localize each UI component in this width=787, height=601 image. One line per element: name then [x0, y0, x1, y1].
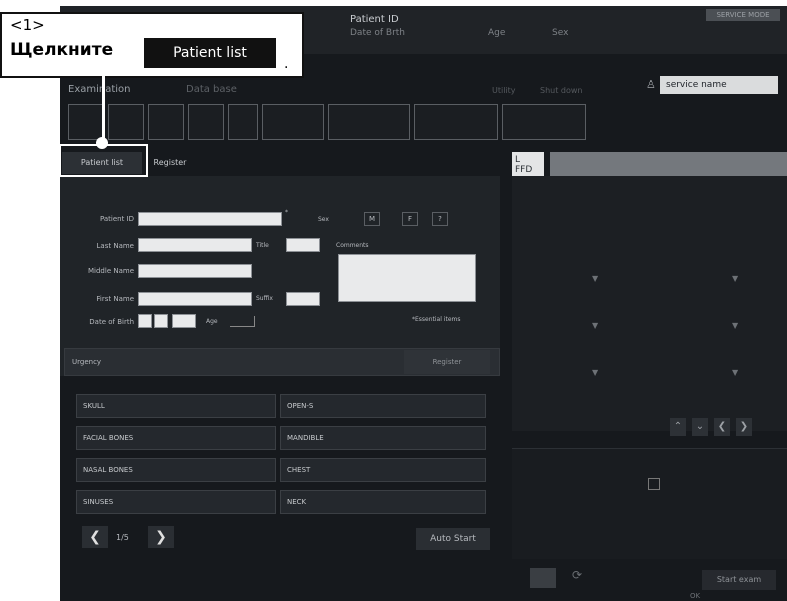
age-field-label: Age: [206, 318, 218, 325]
patient-id-field-label: Patient ID: [99, 215, 134, 223]
register-button[interactable]: Register: [404, 350, 490, 374]
instruction-callout: <1> Щелкните Patient list .: [0, 12, 304, 78]
chevron-left-icon[interactable]: ❮: [714, 418, 730, 436]
user-icon: ♙: [646, 78, 656, 91]
chevron-down-icon[interactable]: ▼: [592, 274, 598, 283]
status-panel: [512, 448, 787, 559]
age-label: Age: [488, 28, 506, 38]
step-number: <1>: [10, 16, 45, 34]
exam-slot[interactable]: [228, 104, 258, 140]
exam-slot[interactable]: [502, 104, 586, 140]
age-value-field: [230, 316, 255, 327]
body-part-neck[interactable]: NECK: [280, 490, 486, 514]
exposure-panel: [512, 176, 787, 431]
tab-examination[interactable]: Examination: [68, 84, 131, 95]
chevron-right-icon[interactable]: ❯: [736, 418, 752, 436]
start-exam-button[interactable]: Start exam: [702, 570, 776, 590]
sex-male-button[interactable]: M: [364, 212, 380, 226]
tab-utility[interactable]: Utility: [492, 86, 516, 95]
essential-note: *Essential items: [412, 316, 461, 323]
patient-id-input[interactable]: [138, 212, 282, 226]
chevron-down-icon[interactable]: ▼: [732, 321, 738, 330]
exam-slot[interactable]: [328, 104, 410, 140]
patient-list-button-sample: Patient list: [144, 38, 276, 68]
middle-name-label: Middle Name: [88, 267, 134, 275]
comments-label: Comments: [336, 242, 369, 249]
service-name-field[interactable]: service name: [660, 76, 778, 94]
instruction-text: Щелкните: [10, 40, 114, 60]
title-label: Title: [256, 242, 269, 249]
body-part-skull[interactable]: SKULL: [76, 394, 276, 418]
dob-field-label: Date of Birth: [89, 318, 134, 326]
last-name-input[interactable]: [138, 238, 252, 252]
chevron-up-icon[interactable]: ⌃: [670, 418, 686, 436]
suffix-label: Suffix: [256, 295, 273, 302]
body-part-sinuses[interactable]: SINUSES: [76, 490, 276, 514]
sex-label: Sex: [552, 28, 569, 38]
essential-mark: *: [285, 209, 288, 216]
page-indicator: 1/5: [116, 533, 129, 542]
body-part-open-s[interactable]: OPEN-S: [280, 394, 486, 418]
chevron-down-icon[interactable]: ▼: [732, 368, 738, 377]
body-part-nasal-bones[interactable]: NASAL BONES: [76, 458, 276, 482]
exposure-bar: [550, 152, 787, 178]
title-input[interactable]: [286, 238, 320, 252]
app-window: Patient ID Date of Brth Age Sex SERVICE …: [60, 6, 787, 601]
dob-year-input[interactable]: [138, 314, 152, 328]
middle-name-input[interactable]: [138, 264, 252, 278]
dob-label: Date of Brth: [350, 28, 406, 38]
tab-database[interactable]: Data base: [186, 84, 237, 95]
callout-leader-line: [102, 76, 105, 142]
body-part-facial-bones[interactable]: FACIAL BONES: [76, 426, 276, 450]
mode-indicator: SERVICE MODE: [706, 9, 780, 21]
ffd-label: FFD: [515, 165, 533, 175]
chevron-down-icon[interactable]: ▼: [732, 274, 738, 283]
patient-id-label: Patient ID: [350, 14, 399, 25]
highlight-box: [59, 144, 148, 177]
auto-start-button[interactable]: Auto Start: [416, 528, 490, 550]
urgency-toggle[interactable]: Urgency: [72, 358, 101, 366]
sex-field-label: Sex: [318, 216, 329, 223]
first-name-label: First Name: [96, 295, 134, 303]
exam-slot[interactable]: [108, 104, 144, 140]
body-part-mandible[interactable]: MANDIBLE: [280, 426, 486, 450]
thumbnail: [530, 568, 556, 588]
chevron-down-icon[interactable]: ⌄: [692, 418, 708, 436]
exam-slot[interactable]: [68, 104, 104, 140]
status-box-icon: [648, 478, 660, 490]
exam-slot[interactable]: [414, 104, 498, 140]
next-page-button[interactable]: ❯: [148, 526, 174, 548]
body-part-chest[interactable]: CHEST: [280, 458, 486, 482]
dob-month-input[interactable]: [154, 314, 168, 328]
l-marker: L: [515, 155, 521, 165]
suffix-input[interactable]: [286, 292, 320, 306]
sex-female-button[interactable]: F: [402, 212, 418, 226]
sex-other-button[interactable]: ?: [432, 212, 448, 226]
first-name-input[interactable]: [138, 292, 252, 306]
exam-slot[interactable]: [262, 104, 324, 140]
dob-day-input[interactable]: [172, 314, 196, 328]
exam-slot[interactable]: [148, 104, 184, 140]
refresh-icon[interactable]: ⟳: [572, 568, 582, 582]
instruction-period: .: [284, 56, 289, 72]
prev-page-button[interactable]: ❮: [82, 526, 108, 548]
ok-label: OK: [690, 592, 701, 600]
comments-input[interactable]: [338, 254, 476, 302]
last-name-label: Last Name: [96, 242, 134, 250]
chevron-down-icon[interactable]: ▼: [592, 321, 598, 330]
tab-shut-down[interactable]: Shut down: [540, 86, 582, 95]
exam-slot[interactable]: [188, 104, 224, 140]
tab-register[interactable]: Register: [146, 152, 194, 174]
chevron-down-icon[interactable]: ▼: [592, 368, 598, 377]
